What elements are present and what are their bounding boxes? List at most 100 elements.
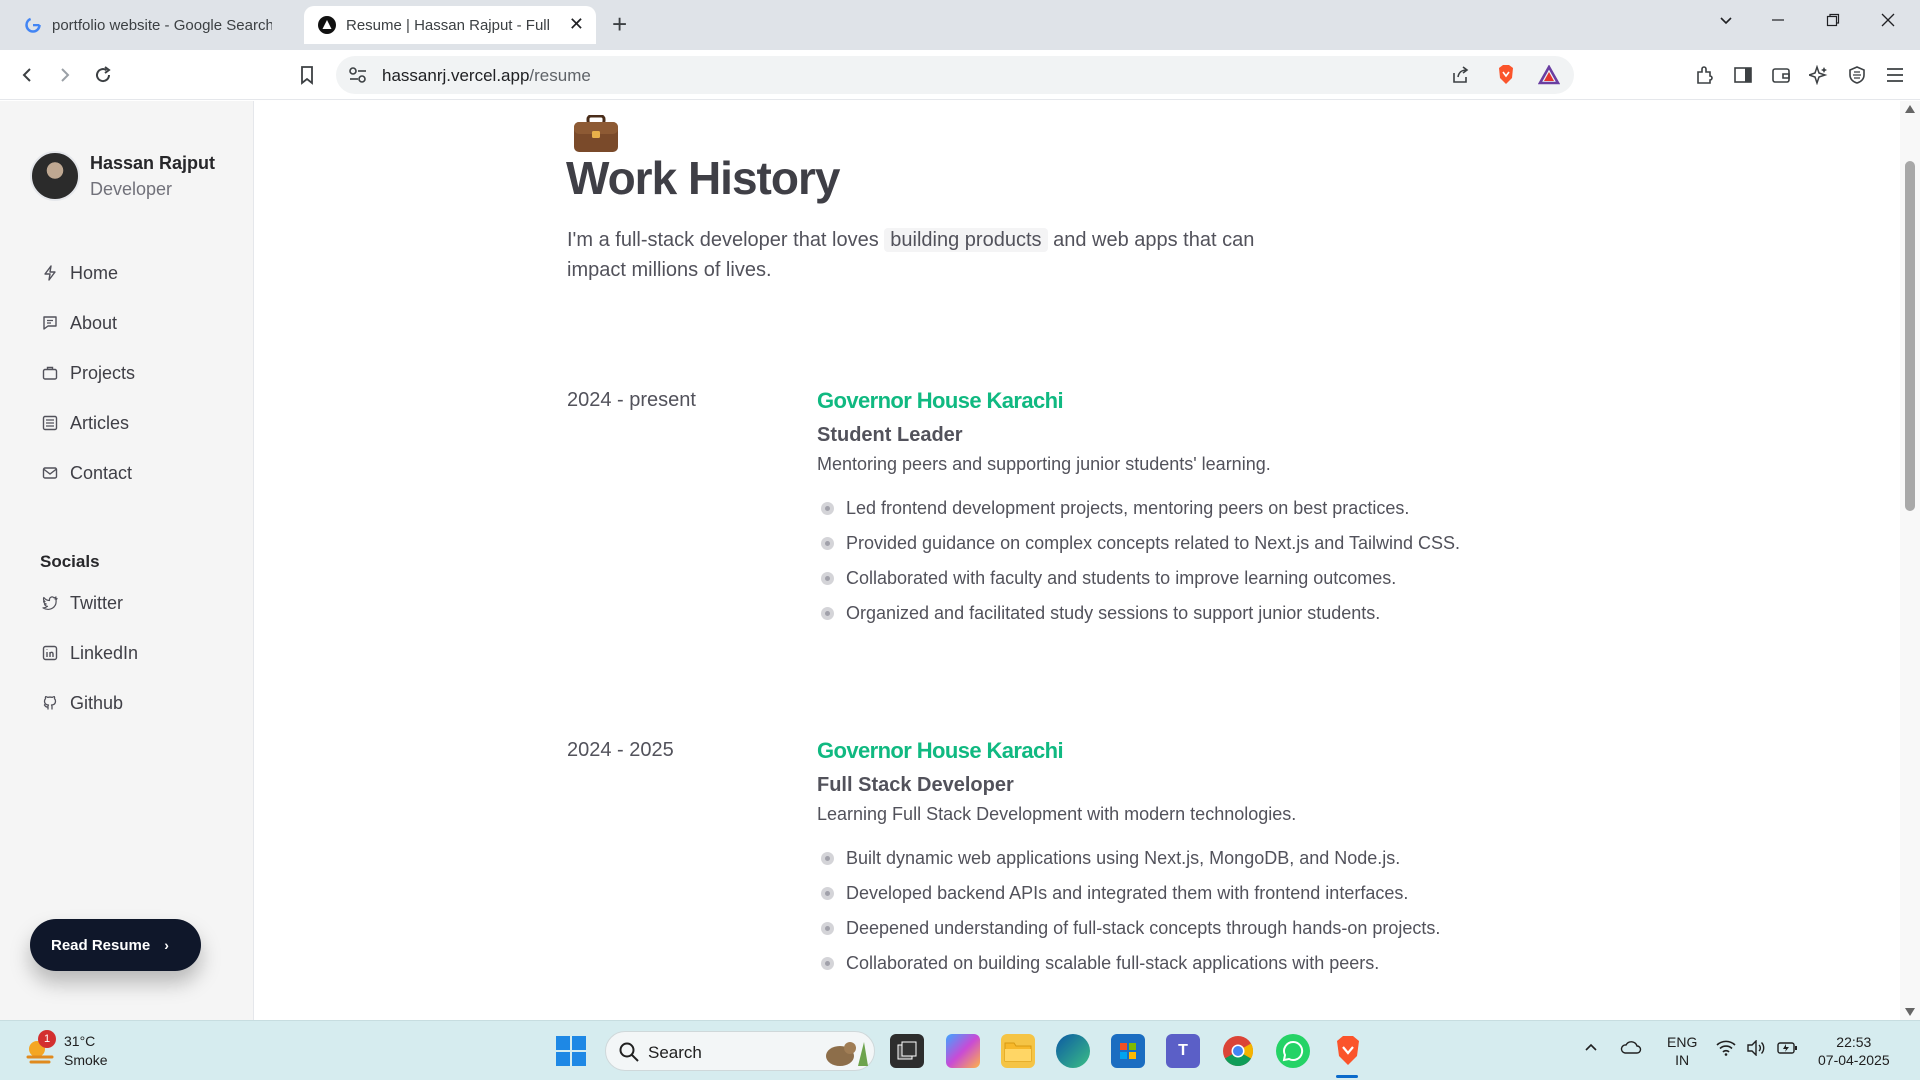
list-item: Led frontend development projects, mento… bbox=[821, 498, 1409, 519]
menu-hamburger-icon[interactable] bbox=[1882, 62, 1908, 88]
sidebar-item-label: About bbox=[70, 312, 118, 333]
vpn-shield-icon[interactable] bbox=[1844, 62, 1870, 88]
clock-date: 07-04-2025 bbox=[1818, 1052, 1890, 1068]
bullet-icon bbox=[821, 957, 834, 970]
tab-label: portfolio website - Google Search bbox=[52, 16, 272, 34]
brave-rewards-icon[interactable] bbox=[1537, 64, 1561, 90]
browser-toolbar: hassanrj.vercel.app/resume bbox=[0, 50, 1920, 100]
weather-widget[interactable]: 1 31°C Smoke bbox=[22, 1030, 108, 1072]
briefcase-emoji-icon bbox=[573, 114, 619, 153]
brave-shields-icon[interactable] bbox=[1496, 64, 1516, 91]
bullet-icon bbox=[821, 502, 834, 515]
sidebar-item-label: Home bbox=[70, 262, 119, 283]
list-item: Collaborated with faculty and students t… bbox=[821, 568, 1396, 589]
leo-ai-icon[interactable] bbox=[1806, 62, 1832, 88]
wifi-icon[interactable] bbox=[1716, 1040, 1736, 1060]
new-tab-button[interactable]: + bbox=[612, 10, 627, 38]
sidebar-toggle-icon[interactable] bbox=[1730, 62, 1756, 88]
bullet-icon bbox=[821, 922, 834, 935]
mail-icon bbox=[40, 463, 60, 483]
search-highlight-icon bbox=[816, 1034, 872, 1073]
twitter-icon bbox=[40, 593, 60, 613]
sidebar: Hassan Rajput Developer Home About Proje… bbox=[0, 101, 254, 1020]
read-resume-button[interactable]: Read Resume › bbox=[30, 919, 201, 971]
list-item: Collaborated on building scalable full-s… bbox=[821, 953, 1379, 974]
tab-label: Resume | Hassan Rajput - Full S bbox=[346, 16, 551, 34]
sidebar-item-label: LinkedIn bbox=[70, 642, 139, 663]
share-icon[interactable] bbox=[1450, 65, 1470, 90]
read-resume-label: Read Resume bbox=[51, 936, 151, 954]
job-company[interactable]: Governor House Karachi bbox=[817, 388, 1064, 414]
restore-button[interactable] bbox=[1825, 12, 1841, 33]
taskbar-search[interactable]: Search bbox=[605, 1031, 875, 1071]
bullet-icon bbox=[821, 607, 834, 620]
sidebar-item-home[interactable]: Home bbox=[40, 257, 118, 289]
sidebar-item-contact[interactable]: Contact bbox=[40, 457, 132, 489]
avatar[interactable] bbox=[30, 151, 80, 201]
close-tab-icon[interactable]: ✕ bbox=[569, 14, 584, 35]
vertical-scrollbar[interactable] bbox=[1900, 101, 1920, 1020]
minimize-button[interactable] bbox=[1770, 12, 1786, 33]
site-settings-icon[interactable] bbox=[348, 66, 368, 89]
sidebar-item-projects[interactable]: Projects bbox=[40, 357, 135, 389]
back-arrow-icon[interactable] bbox=[14, 62, 40, 88]
windows-start-icon[interactable] bbox=[555, 1035, 587, 1072]
tab-search-chevron-icon[interactable] bbox=[1718, 12, 1734, 33]
extensions-icon[interactable] bbox=[1692, 62, 1718, 88]
sidebar-item-label: Articles bbox=[70, 412, 130, 433]
bullet-icon bbox=[821, 572, 834, 585]
browser-tab-bar: portfolio website - Google Search Resume… bbox=[0, 0, 1920, 50]
clock[interactable]: 22:53 07-04-2025 bbox=[1818, 1033, 1890, 1069]
scrollbar-thumb[interactable] bbox=[1905, 161, 1915, 511]
microsoft-store-icon[interactable] bbox=[1111, 1034, 1145, 1068]
wallet-icon[interactable] bbox=[1768, 62, 1794, 88]
whatsapp-icon[interactable] bbox=[1276, 1034, 1310, 1068]
intro-text: I'm a full-stack developer that loves bu… bbox=[567, 228, 1255, 281]
active-app-indicator bbox=[1336, 1075, 1358, 1078]
list-item: Provided guidance on complex concepts re… bbox=[821, 533, 1460, 554]
search-icon bbox=[618, 1041, 640, 1068]
profile-role: Developer bbox=[90, 179, 173, 199]
main-content: Work History I'm a full-stack developer … bbox=[255, 101, 1900, 1020]
bullet-icon bbox=[821, 537, 834, 550]
sidebar-item-about[interactable]: About bbox=[40, 307, 117, 339]
clock-time: 22:53 bbox=[1836, 1034, 1872, 1050]
chevron-up-icon[interactable] bbox=[1583, 1039, 1599, 1059]
file-explorer-icon[interactable] bbox=[1001, 1034, 1035, 1068]
weather-temp: 31°C bbox=[64, 1033, 96, 1049]
battery-icon[interactable] bbox=[1776, 1040, 1798, 1060]
job-company[interactable]: Governor House Karachi bbox=[817, 738, 1064, 764]
job-period: 2024 - 2025 bbox=[567, 739, 674, 761]
sidebar-item-linkedin[interactable]: LinkedIn bbox=[40, 637, 138, 669]
chevron-right-icon: › bbox=[164, 937, 169, 953]
task-view-icon[interactable] bbox=[890, 1034, 924, 1068]
teams-icon[interactable]: T bbox=[1166, 1034, 1200, 1068]
scroll-up-arrow-icon[interactable] bbox=[1905, 105, 1915, 113]
copilot-icon[interactable] bbox=[946, 1034, 980, 1068]
job-role: Full Stack Developer bbox=[817, 774, 1014, 796]
sidebar-item-articles[interactable]: Articles bbox=[40, 407, 129, 439]
brave-browser-icon[interactable] bbox=[1331, 1034, 1365, 1068]
sidebar-item-github[interactable]: Github bbox=[40, 687, 123, 719]
bookmark-icon[interactable] bbox=[294, 62, 320, 88]
bolt-icon bbox=[40, 263, 60, 283]
close-window-button[interactable] bbox=[1880, 12, 1896, 33]
page-title: Work History bbox=[566, 152, 840, 204]
tab-resume[interactable]: Resume | Hassan Rajput - Full S ✕ bbox=[304, 6, 596, 44]
address-bar[interactable]: hassanrj.vercel.app/resume bbox=[336, 56, 1574, 94]
url-text: hassanrj.vercel.app/resume bbox=[382, 66, 591, 85]
tab-google-search[interactable]: portfolio website - Google Search bbox=[10, 6, 300, 44]
list-item: Organized and facilitated study sessions… bbox=[821, 603, 1380, 624]
reload-icon[interactable] bbox=[90, 62, 116, 88]
forward-arrow-icon[interactable] bbox=[52, 62, 78, 88]
volume-icon[interactable] bbox=[1746, 1039, 1766, 1060]
github-icon bbox=[40, 693, 60, 713]
edge-icon[interactable] bbox=[1056, 1034, 1090, 1068]
chat-icon bbox=[40, 313, 60, 333]
sidebar-item-twitter[interactable]: Twitter bbox=[40, 587, 123, 619]
scroll-down-arrow-icon[interactable] bbox=[1905, 1008, 1915, 1016]
chrome-icon[interactable] bbox=[1221, 1034, 1255, 1068]
weather-condition: Smoke bbox=[64, 1052, 108, 1068]
language-indicator[interactable]: ENG IN bbox=[1667, 1033, 1697, 1069]
onedrive-sync-icon[interactable] bbox=[1620, 1039, 1642, 1059]
